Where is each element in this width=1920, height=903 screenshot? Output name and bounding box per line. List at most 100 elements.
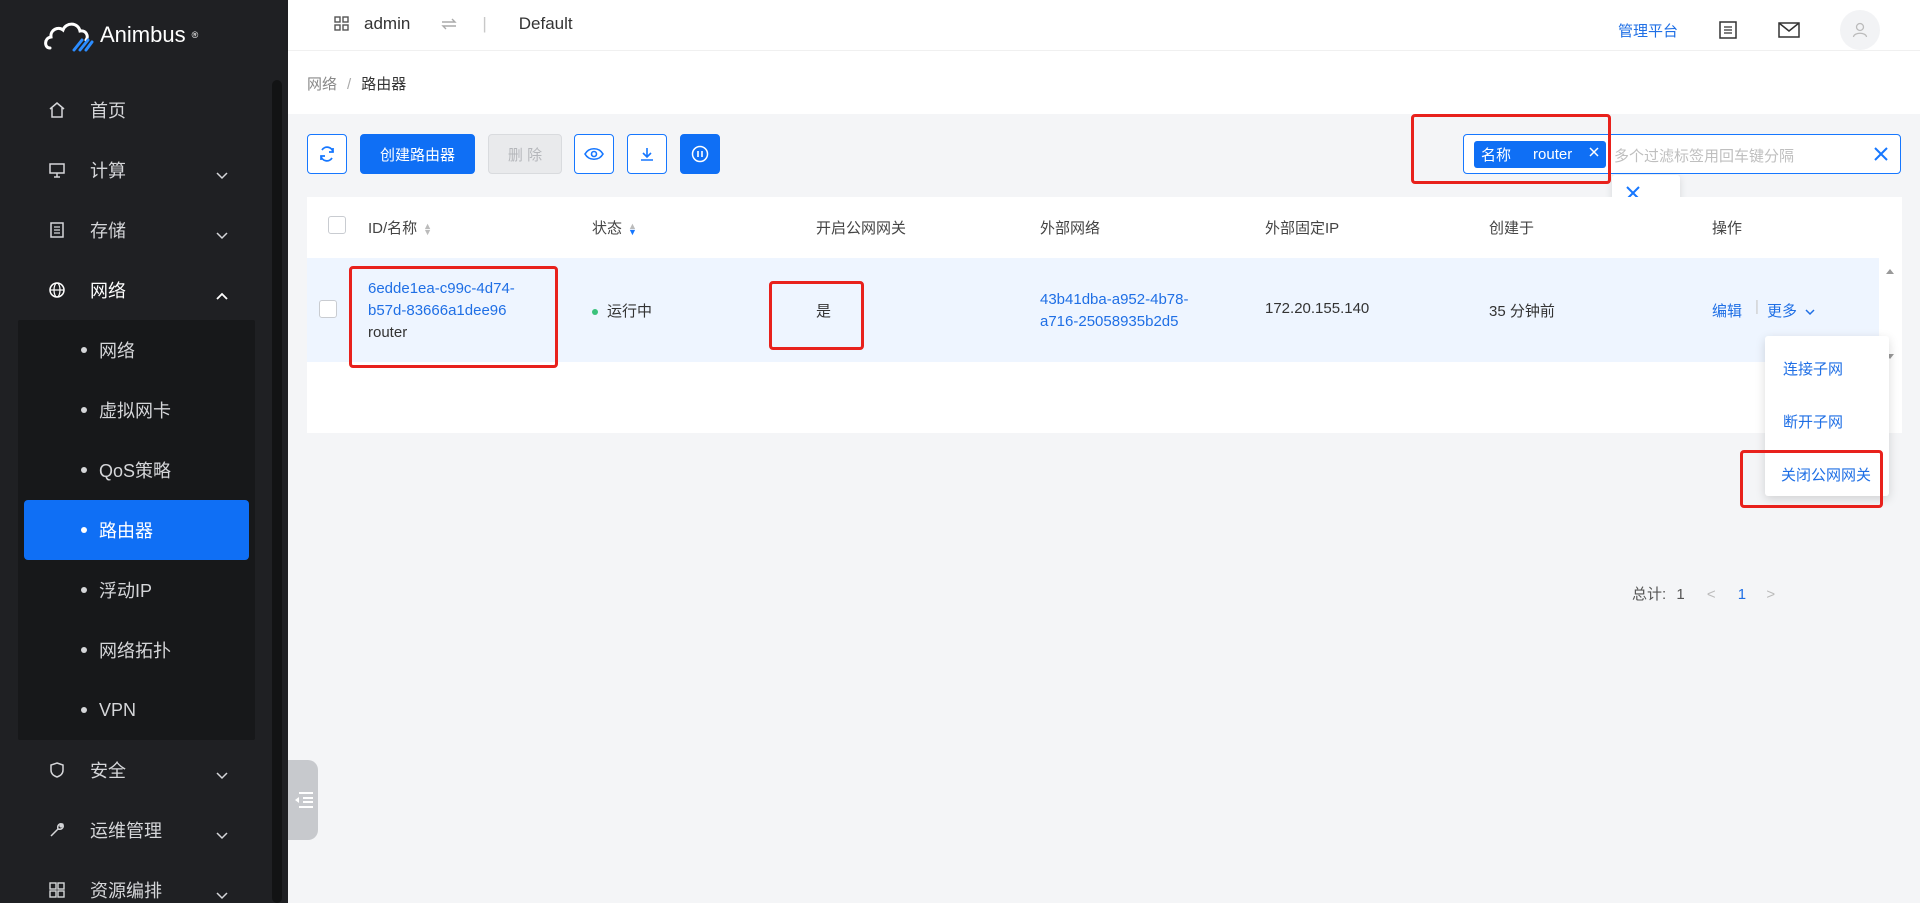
- row-checkbox[interactable]: [319, 300, 337, 318]
- fixed-ip-cell: 172.20.155.140: [1265, 300, 1370, 317]
- shield-icon: [48, 761, 66, 779]
- refresh-icon: [320, 146, 334, 162]
- switch-icon[interactable]: [440, 18, 458, 30]
- sidebar-nav: 首页 计算 存储 网络: [0, 80, 288, 320]
- menu-item-disconnect-subnet[interactable]: 断开子网: [1783, 411, 1843, 432]
- sidebar-item-network[interactable]: 网络: [0, 260, 288, 320]
- view-button[interactable]: [574, 134, 614, 174]
- network-submenu: 网络 虚拟网卡 QoS策略 路由器 浮动IP 网络拓扑 VPN: [18, 320, 255, 740]
- router-id-link[interactable]: 6edde1ea-c99c-4d74- b57d-83666a1dee96: [368, 278, 515, 322]
- column-header-id-name[interactable]: ID/名称 ▲ ▼: [368, 217, 432, 238]
- delete-button[interactable]: 删 除: [488, 134, 562, 174]
- chevron-up-icon: [216, 284, 228, 305]
- sidebar-item-topology[interactable]: 网络拓扑: [18, 620, 255, 680]
- download-button[interactable]: [627, 134, 667, 174]
- menu-item-connect-subnet[interactable]: 连接子网: [1783, 358, 1843, 379]
- avatar[interactable]: [1840, 10, 1880, 50]
- wrench-icon: [48, 821, 66, 839]
- column-header-created: 创建于: [1489, 220, 1535, 237]
- chevron-down-icon: [1805, 309, 1815, 316]
- sidebar-item-label: VPN: [99, 699, 137, 720]
- sidebar-item-label: 网络: [99, 341, 135, 361]
- admin-platform-link[interactable]: 管理平台: [1618, 20, 1678, 41]
- monitor-icon: [48, 161, 66, 179]
- pagination: 总计: 1 < 1 >: [1632, 583, 1775, 604]
- sidebar-nav-lower: 安全 运维管理 资源编排: [0, 740, 288, 903]
- breadcrumb-parent[interactable]: 网络: [307, 76, 337, 93]
- filter-tag-key: 名称: [1481, 147, 1512, 164]
- sidebar-item-label: 运维管理: [90, 821, 162, 841]
- pause-button[interactable]: [680, 134, 720, 174]
- table-row[interactable]: 6edde1ea-c99c-4d74- b57d-83666a1dee96 rou…: [307, 258, 1879, 362]
- filter-search-box[interactable]: 名称 router 多个过滤标签用回车键分隔: [1463, 134, 1901, 174]
- project-name[interactable]: Default: [519, 14, 573, 34]
- sort-icon[interactable]: ▲ ▼: [628, 222, 637, 237]
- chevron-down-icon: [216, 764, 228, 785]
- sidebar-item-compute[interactable]: 计算: [0, 140, 288, 200]
- sort-icon[interactable]: ▲ ▼: [423, 222, 432, 237]
- cloud-logo-icon: [44, 22, 94, 52]
- chevron-down-icon: [216, 884, 228, 903]
- grid-icon[interactable]: [334, 16, 350, 32]
- sidebar-scrollbar[interactable]: [272, 80, 282, 903]
- sidebar-item-label: 网络拓扑: [99, 641, 171, 661]
- sidebar-item-label: 虚拟网卡: [99, 401, 171, 421]
- next-page-icon[interactable]: >: [1766, 586, 1775, 603]
- sidebar-item-label: 首页: [90, 101, 126, 121]
- router-status-cell: 运行中: [592, 300, 652, 321]
- sidebar-collapse-toggle[interactable]: [288, 760, 318, 840]
- app-logo[interactable]: Animbus ®: [44, 18, 198, 52]
- column-header-status[interactable]: 状态 ▲ ▼: [592, 217, 637, 238]
- more-dropdown-trigger[interactable]: 更多: [1767, 300, 1815, 321]
- sidebar-item-label: QoS策略: [99, 461, 172, 481]
- sidebar-item-security[interactable]: 安全: [0, 740, 288, 800]
- table-header: ID/名称 ▲ ▼ 状态 ▲ ▼ 开启公网网关 外部网络 外部固定IP 创建于 操作: [307, 197, 1902, 258]
- storage-icon: [48, 221, 66, 239]
- sidebar-item-label: 安全: [90, 761, 126, 781]
- sidebar-item-vpn[interactable]: VPN: [18, 680, 255, 740]
- bullet-icon: [81, 467, 87, 473]
- sidebar-item-qos[interactable]: QoS策略: [18, 440, 255, 500]
- mail-icon[interactable]: [1778, 22, 1800, 38]
- sidebar-item-ops[interactable]: 运维管理: [0, 800, 288, 860]
- sidebar-item-routers[interactable]: 路由器: [24, 500, 249, 560]
- create-router-button[interactable]: 创建路由器: [360, 134, 475, 174]
- remove-tag-icon[interactable]: [1588, 145, 1600, 162]
- router-status: 运行中: [607, 303, 653, 320]
- menu-item-disable-gateway[interactable]: 关闭公网网关: [1781, 464, 1871, 485]
- app-name: Animbus: [100, 22, 186, 47]
- column-header-fixed-ip: 外部固定IP: [1265, 220, 1340, 237]
- page-number[interactable]: 1: [1738, 586, 1746, 603]
- download-icon: [641, 148, 653, 161]
- status-dot-icon: [592, 309, 598, 316]
- clear-search-icon[interactable]: [1872, 145, 1890, 166]
- globe-icon: [48, 281, 66, 299]
- router-gateway-cell: 是: [816, 303, 832, 320]
- router-table: ID/名称 ▲ ▼ 状态 ▲ ▼ 开启公网网关 外部网络 外部固定IP 创建于 操作 6…: [307, 197, 1902, 603]
- edit-link[interactable]: 编辑: [1712, 300, 1742, 321]
- total-count: 1: [1676, 586, 1685, 603]
- filter-tag-value: router: [1533, 146, 1573, 163]
- external-network-link[interactable]: 43b41dba-a952-4b78- a716-25058935b2d5: [1040, 289, 1188, 333]
- sidebar-item-label: 存储: [90, 221, 126, 241]
- chevron-down-icon: [216, 824, 228, 845]
- sidebar-item-vnic[interactable]: 虚拟网卡: [18, 380, 255, 440]
- select-all-checkbox[interactable]: [328, 216, 346, 234]
- collapse-menu-icon: [295, 792, 313, 808]
- router-name: router: [368, 324, 408, 341]
- user-name[interactable]: admin: [364, 14, 410, 34]
- grid-icon: [48, 881, 66, 899]
- column-header-gateway: 开启公网网关: [816, 220, 907, 237]
- sidebar-item-home[interactable]: 首页: [0, 80, 288, 140]
- search-input[interactable]: 多个过滤标签用回车键分隔: [1614, 145, 1794, 166]
- bullet-icon: [81, 647, 87, 653]
- top-header: admin | Default 管理平台: [288, 0, 1920, 50]
- column-header-actions: 操作: [1712, 220, 1743, 237]
- list-icon[interactable]: [1718, 20, 1738, 40]
- sidebar-item-networks[interactable]: 网络: [18, 320, 255, 380]
- sidebar-item-storage[interactable]: 存储: [0, 200, 288, 260]
- prev-page-icon[interactable]: <: [1707, 586, 1716, 603]
- sidebar-item-floating-ip[interactable]: 浮动IP: [18, 560, 255, 620]
- sidebar-item-orchestration[interactable]: 资源编排: [0, 860, 288, 903]
- refresh-button[interactable]: [307, 134, 347, 174]
